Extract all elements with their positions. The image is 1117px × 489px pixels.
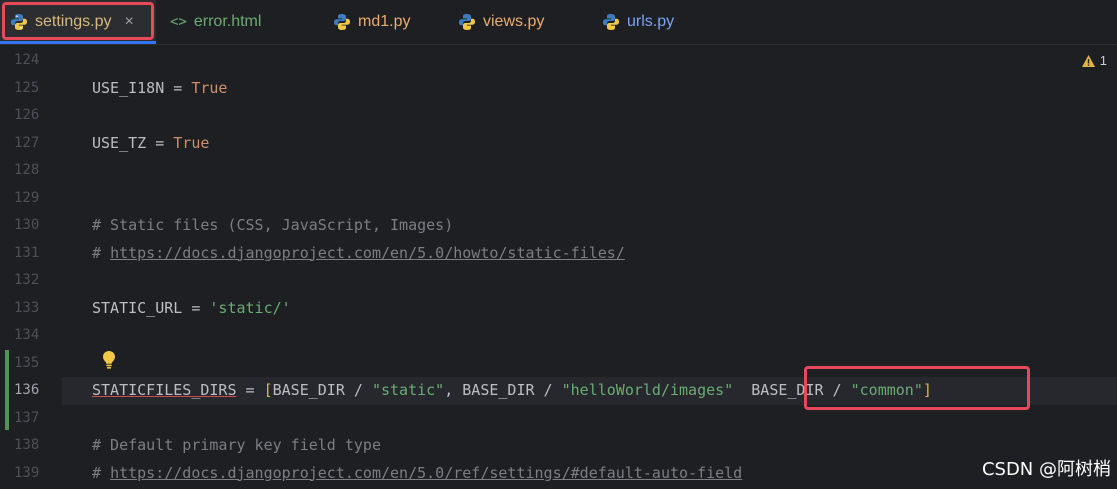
line-number[interactable]: 135 xyxy=(14,350,44,377)
python-icon xyxy=(459,14,475,30)
html-icon: <> xyxy=(170,14,187,30)
code-line[interactable]: # Default primary key field type xyxy=(92,432,381,459)
code-token: # xyxy=(92,243,111,262)
tab-error-html[interactable]: <> error.html xyxy=(156,0,311,44)
editor-tab-bar: settings.py × <> error.html md1.py views… xyxy=(0,0,1117,45)
tab-label: settings.py xyxy=(35,13,112,30)
inspection-widget[interactable]: 1 xyxy=(1081,53,1107,68)
line-number[interactable]: 133 xyxy=(14,295,44,322)
python-icon xyxy=(603,14,619,30)
tab-label: md1.py xyxy=(358,13,411,30)
python-icon xyxy=(334,14,350,30)
tab-label: error.html xyxy=(193,13,262,30)
tab-md1-py[interactable]: md1.py xyxy=(311,0,441,44)
tab-label: views.py xyxy=(483,13,545,30)
python-icon xyxy=(11,14,27,30)
line-number[interactable]: 138 xyxy=(14,432,44,459)
line-number[interactable]: 125 xyxy=(14,75,44,102)
code-token: # Static files (CSS, JavaScript, Images) xyxy=(92,216,454,234)
code-line[interactable]: USE_I18N = True xyxy=(92,75,227,102)
line-number[interactable]: 131 xyxy=(14,240,44,267)
code-token: "static" xyxy=(371,381,445,399)
code-token: STATIC_URL = xyxy=(92,298,210,317)
close-icon[interactable]: × xyxy=(124,13,133,31)
line-number[interactable]: 132 xyxy=(14,267,44,294)
line-number[interactable]: 128 xyxy=(14,157,44,184)
watermark: CSDN @阿树梢 xyxy=(981,459,1111,480)
code-token[interactable]: https://docs.djangoproject.com/en/5.0/re… xyxy=(110,464,742,482)
line-number[interactable]: 129 xyxy=(14,185,44,212)
code-token: # xyxy=(92,463,111,482)
code-line[interactable]: STATICFILES_DIRS = [BASE_DIR / "static",… xyxy=(92,377,932,404)
tab-views-py[interactable]: views.py xyxy=(441,0,585,44)
line-number[interactable]: 139 xyxy=(14,460,44,487)
code-line[interactable]: USE_TZ = True xyxy=(92,130,209,157)
code-token: ] xyxy=(922,381,932,399)
tab-label: urls.py xyxy=(627,13,675,30)
code-token: 'static/' xyxy=(209,298,291,317)
code-token: BASE_DIR / xyxy=(733,381,851,399)
code-token: USE_I18N = xyxy=(92,78,192,97)
tab-urls-py[interactable]: urls.py xyxy=(585,0,725,44)
line-number[interactable]: 136 xyxy=(14,377,44,404)
code-token: "common" xyxy=(850,381,923,399)
line-number[interactable]: 124 xyxy=(14,47,44,74)
line-number[interactable]: 127 xyxy=(14,130,44,157)
code-line[interactable]: # https://docs.djangoproject.com/en/5.0/… xyxy=(92,240,625,267)
line-number[interactable]: 130 xyxy=(14,212,44,239)
line-number[interactable]: 137 xyxy=(14,405,44,432)
line-number[interactable]: 126 xyxy=(14,102,44,129)
warning-count: 1 xyxy=(1099,53,1107,68)
code-line[interactable]: # Static files (CSS, JavaScript, Images) xyxy=(92,212,453,239)
code-token: "helloWorld/images" xyxy=(561,381,734,399)
code-token: STATICFILES_DIRS xyxy=(92,381,237,399)
warning-icon xyxy=(1081,54,1095,67)
code-token: [ xyxy=(263,381,273,399)
line-number-gutter: 124 125 126 127 128 129 130 131 132 133 134 135 136 1… xyxy=(0,45,62,489)
code-line[interactable]: STATIC_URL = 'static/' xyxy=(92,295,291,322)
code-token: = xyxy=(236,381,264,399)
line-number[interactable]: 134 xyxy=(14,322,44,349)
code-token[interactable]: https://docs.djangoproject.com/en/5.0/ho… xyxy=(110,244,625,262)
code-token: USE_TZ = xyxy=(92,133,174,152)
code-editor[interactable]: 124 125 126 127 128 129 130 131 132 133 134 135 136 1… xyxy=(0,45,1117,489)
code-line[interactable]: # https://docs.djangoproject.com/en/5.0/… xyxy=(92,460,742,487)
code-token: True xyxy=(173,133,210,152)
code-token: , BASE_DIR / xyxy=(444,381,562,399)
lightbulb-icon[interactable] xyxy=(101,350,117,370)
vcs-change-marker[interactable] xyxy=(5,350,9,430)
tab-settings-py[interactable]: settings.py × xyxy=(0,0,156,44)
code-token: True xyxy=(191,78,228,97)
code-token: BASE_DIR / xyxy=(272,381,372,399)
code-token: # Default primary key field type xyxy=(92,436,381,454)
